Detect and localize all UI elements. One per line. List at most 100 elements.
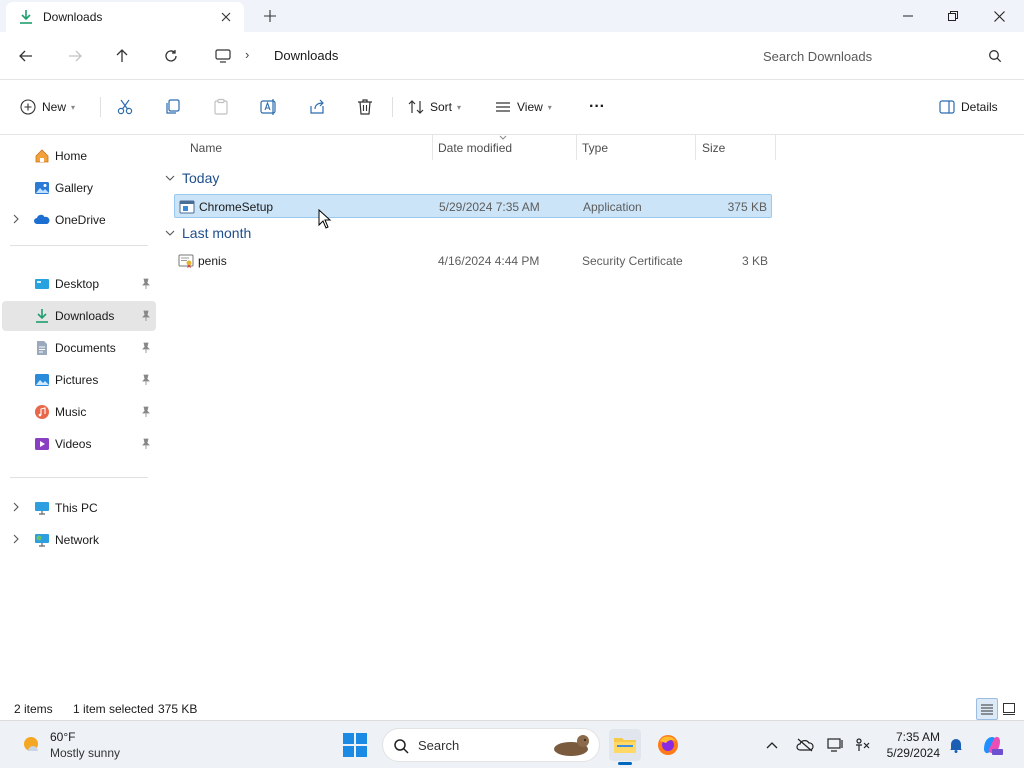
file-size: 3 KB [741,254,768,268]
onedrive-tray[interactable] [795,735,815,755]
restore-button[interactable] [930,0,976,32]
sidebar-item-label: Downloads [55,309,115,323]
file-date: 4/16/2024 4:44 PM [438,254,540,268]
downloads-icon [36,309,48,323]
network-tray[interactable] [826,735,846,755]
arrow-right-icon [69,50,82,62]
details-button[interactable]: Details [939,96,998,118]
sort-label: Sort [430,100,453,114]
rename-button[interactable] [260,96,278,118]
sidebar-item-label: Desktop [55,277,100,291]
column-divider[interactable] [695,135,696,160]
sidebar-item-music[interactable]: Music [2,397,156,427]
sidebar-item-network[interactable]: Network [2,525,156,555]
delete-button[interactable] [356,96,374,118]
sort-button[interactable]: Sort ▾ [408,96,461,118]
search-input[interactable] [748,40,1012,72]
sidebar-item-label: Network [55,533,100,547]
group-header-today[interactable]: Today [164,167,219,189]
share-button[interactable] [308,96,326,118]
column-divider[interactable] [576,135,577,160]
pictures-icon [35,374,49,386]
sidebar-divider [10,245,148,246]
group-header-last-month[interactable]: Last month [164,222,251,244]
new-button[interactable]: New ▾ [20,96,75,118]
tiles-view-button[interactable] [998,698,1020,720]
sidebar-item-pictures[interactable]: Pictures [2,365,156,395]
up-button[interactable] [110,44,134,68]
file-type: Application [583,200,642,214]
clock-time[interactable]: 7:35 AM [890,730,940,744]
sidebar-item-downloads[interactable]: Downloads [2,301,156,331]
notifications-button[interactable] [946,735,966,755]
sidebar-item-desktop[interactable]: Desktop [2,269,156,299]
breadcrumb-separator[interactable]: › [245,47,249,62]
tab-downloads[interactable]: Downloads [6,2,244,32]
arrow-left-icon [19,50,32,62]
file-list: Name Date modified Type Size Today Chrom… [158,135,1024,698]
chevron-right-icon[interactable] [10,213,22,225]
sidebar-item-home[interactable]: Home [2,141,156,171]
paste-button[interactable] [212,96,230,118]
monitor-icon [215,49,231,63]
column-header-size[interactable]: Size [702,135,725,160]
forward-button[interactable] [63,44,87,68]
videos-icon [35,438,49,450]
copy-button[interactable] [164,96,182,118]
clock-date[interactable]: 5/29/2024 [878,746,940,760]
breadcrumb-downloads[interactable]: Downloads [274,48,338,63]
breadcrumb-pc[interactable] [212,45,234,67]
column-header-type[interactable]: Type [582,135,608,160]
music-icon [35,405,49,419]
chevron-right-icon[interactable] [10,501,22,513]
weather-description[interactable]: Mostly sunny [50,746,120,760]
view-button[interactable]: View ▾ [495,96,552,118]
sidebar-item-this-pc[interactable]: This PC [2,493,156,523]
sidebar-item-label: Music [55,405,87,419]
sidebar-item-label: This PC [55,501,98,515]
taskbar-firefox[interactable] [652,729,684,761]
folder-icon [614,738,636,753]
table-row[interactable]: ChromeSetup 5/29/2024 7:35 AM Applicatio… [174,194,772,218]
column-header-name[interactable]: Name [190,135,222,160]
close-tab-button[interactable] [216,7,236,27]
column-divider[interactable] [432,135,433,160]
more-options-button[interactable]: ··· [589,96,605,118]
table-row[interactable]: penis 4/16/2024 4:44 PM Security Certifi… [174,249,772,273]
file-date: 5/29/2024 7:35 AM [439,200,540,214]
details-view-button[interactable] [976,698,998,720]
sidebar-item-gallery[interactable]: Gallery [2,173,156,203]
file-name: ChromeSetup [199,200,274,214]
windows-start-icon[interactable] [342,732,368,758]
share-icon [310,99,324,114]
weather-temperature[interactable]: 60°F [50,730,75,744]
sidebar-item-videos[interactable]: Videos [2,429,156,459]
show-hidden-icons-button[interactable] [762,735,782,755]
new-tab-button[interactable] [259,5,281,27]
scissors-icon [117,99,133,115]
refresh-button[interactable] [159,44,183,68]
back-button[interactable] [14,44,38,68]
taskbar: 60°F Mostly sunny Search 7:35 AM 5/29/20… [0,720,1024,768]
active-app-indicator [618,762,632,765]
taskbar-file-explorer[interactable] [609,729,641,765]
certificate-icon [178,254,194,268]
cut-button[interactable] [116,96,134,118]
minimize-button[interactable] [885,0,931,32]
weather-sunny-icon[interactable] [20,733,44,757]
volume-tray[interactable] [852,735,872,755]
copilot-icon [984,736,1003,755]
network-icon [35,534,49,547]
sidebar-item-label: Videos [55,437,92,451]
view-icon [496,102,510,112]
paste-icon [214,98,228,115]
chevron-right-icon[interactable] [10,533,22,545]
search-box[interactable] [748,40,1012,72]
taskbar-search[interactable]: Search [382,728,600,762]
sidebar-item-onedrive[interactable]: OneDrive [2,205,156,235]
close-window-button[interactable] [976,0,1022,32]
copilot-button[interactable] [980,733,1004,757]
sidebar-item-documents[interactable]: Documents [2,333,156,363]
column-divider[interactable] [775,135,776,160]
pin-icon [142,278,150,289]
